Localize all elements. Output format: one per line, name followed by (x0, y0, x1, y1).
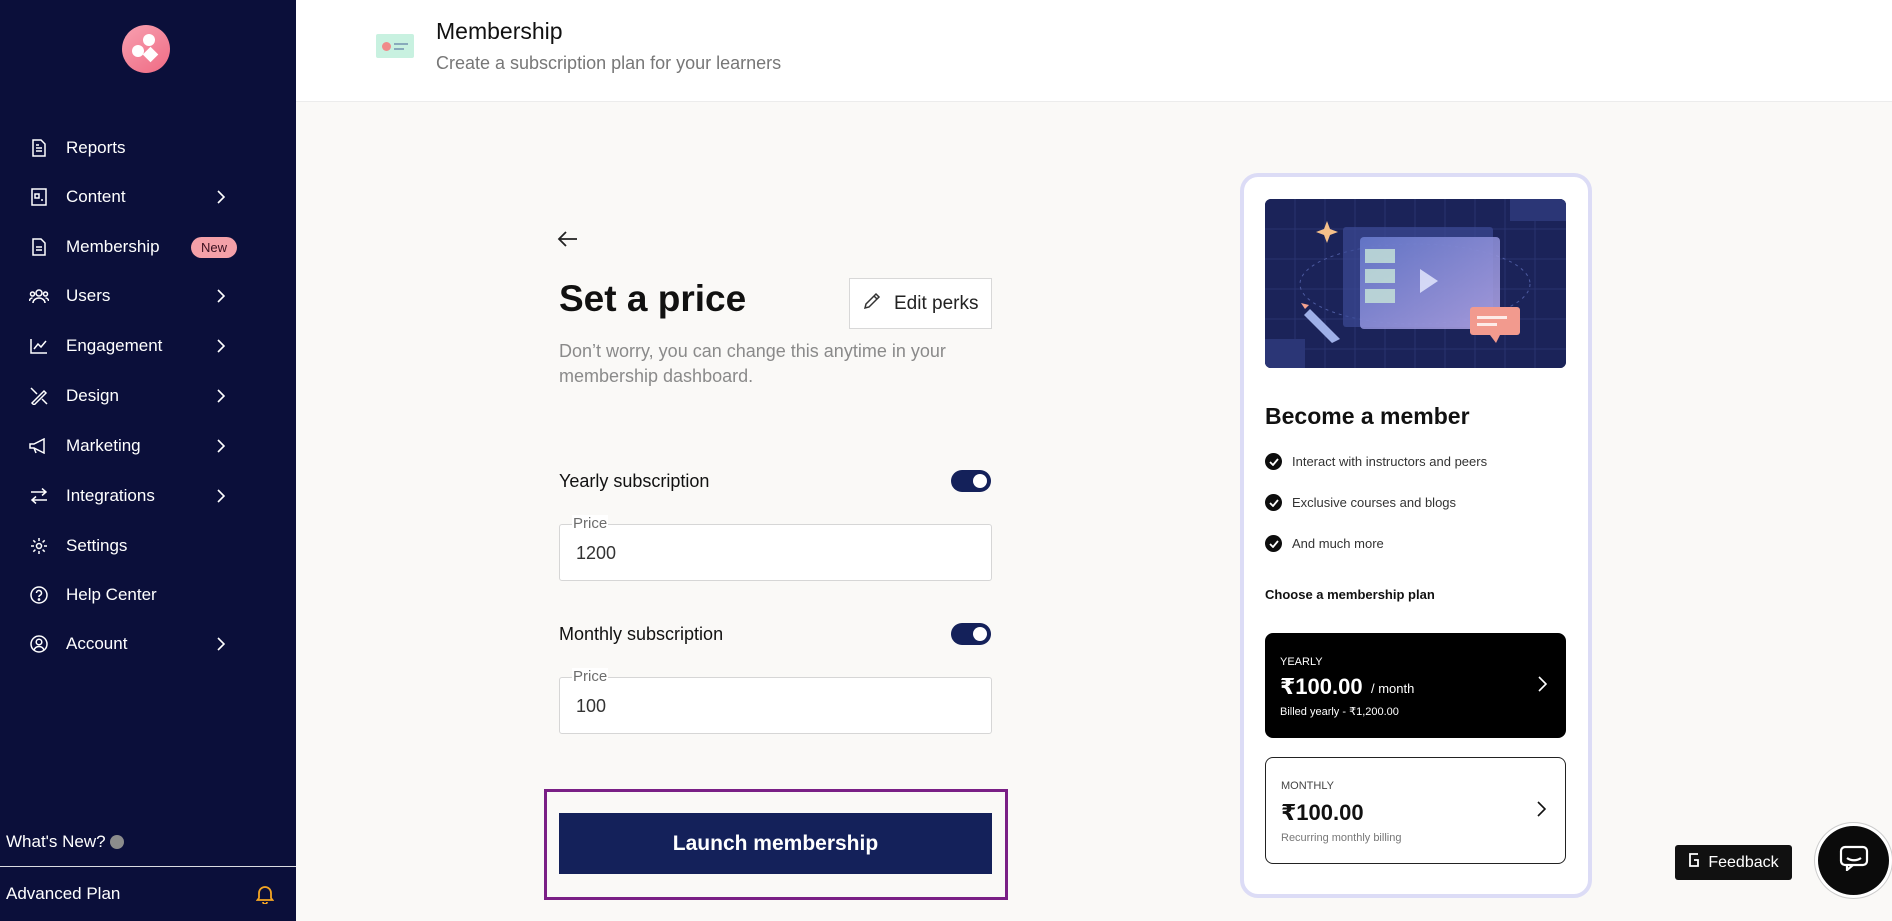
sidebar-item-design[interactable]: Design (0, 376, 296, 416)
chevron-right-icon (214, 637, 228, 651)
engagement-icon (29, 336, 49, 356)
plan-type: YEARLY (1280, 656, 1323, 668)
chat-launcher-button[interactable] (1815, 823, 1892, 898)
plan-period: / month (1371, 681, 1415, 696)
chevron-right-icon (214, 289, 228, 303)
sidebar: Reports Content Membership New Users Eng… (0, 0, 296, 921)
perk-item: Interact with instructors and peers (1265, 453, 1487, 470)
content-icon (29, 187, 49, 207)
sidebar-item-users[interactable]: Users (0, 276, 296, 316)
sidebar-divider (0, 866, 296, 867)
check-circle-icon (1265, 453, 1282, 470)
sidebar-item-label: Users (66, 286, 111, 305)
membership-preview-card: Become a member Interact with instructor… (1240, 173, 1592, 898)
new-badge: New (191, 236, 238, 258)
chevron-right-icon (214, 439, 228, 453)
chat-icon (1839, 845, 1869, 876)
monthly-subscription-label: Monthly subscription (559, 624, 724, 644)
back-arrow-icon[interactable] (557, 230, 581, 252)
chevron-right-icon (214, 489, 228, 503)
account-icon (29, 634, 49, 654)
perk-item: And much more (1265, 535, 1384, 552)
design-icon (29, 386, 49, 406)
plan-note: Recurring monthly billing (1281, 832, 1402, 844)
sidebar-item-label: Help Center (66, 585, 157, 604)
sidebar-item-label: Reports (66, 138, 126, 157)
users-icon (29, 286, 49, 306)
sidebar-item-help-center[interactable]: Help Center (0, 575, 296, 615)
gear-icon (29, 536, 49, 556)
monthly-price-label: Price (572, 668, 609, 686)
hero-illustration (1265, 199, 1566, 368)
perk-item: Exclusive courses and blogs (1265, 494, 1456, 511)
integrations-icon (29, 486, 49, 506)
sidebar-item-label: Membership (66, 237, 160, 256)
chevron-right-icon (1536, 800, 1550, 820)
sidebar-item-integrations[interactable]: Integrations (0, 476, 296, 516)
form-description: Don’t worry, you can change this anytime… (559, 341, 946, 386)
sidebar-item-marketing[interactable]: Marketing (0, 426, 296, 466)
sidebar-item-settings[interactable]: Settings (0, 526, 296, 566)
chevron-right-icon (214, 389, 228, 403)
sidebar-item-label: Design (66, 386, 119, 405)
yearly-subscription-toggle[interactable] (951, 470, 991, 492)
yearly-plan-card[interactable]: YEARLY ₹100.00 / month Billed yearly - ₹… (1265, 633, 1566, 738)
sidebar-item-membership[interactable]: Membership New (0, 227, 296, 267)
check-circle-icon (1265, 535, 1282, 552)
feedback-button[interactable]: Feedback (1675, 845, 1792, 880)
sidebar-item-reports[interactable]: Reports (0, 128, 296, 168)
whats-new-link[interactable]: What's New? (6, 832, 124, 852)
plan-price: ₹100.00 (1280, 674, 1363, 699)
perk-label: Interact with instructors and peers (1292, 454, 1488, 469)
page-header: Membership Create a subscription plan fo… (296, 0, 1892, 102)
page-subtitle: Create a subscription plan for your lear… (436, 53, 782, 73)
feedback-logo-icon (1688, 852, 1700, 873)
sidebar-item-engagement[interactable]: Engagement (0, 326, 296, 366)
logo[interactable] (122, 25, 170, 73)
sidebar-item-account[interactable]: Account (0, 624, 296, 664)
notification-dot-icon (109, 835, 124, 849)
help-icon (29, 585, 49, 605)
membership-illustration-icon (376, 34, 414, 58)
whats-new-label: What's New? (6, 832, 106, 851)
megaphone-icon (29, 436, 49, 456)
monthly-plan-card[interactable]: MONTHLY ₹100.00 Recurring monthly billin… (1265, 757, 1566, 864)
sidebar-item-label: Engagement (66, 336, 163, 355)
chevron-right-icon (214, 190, 228, 204)
report-icon (29, 138, 49, 158)
bell-icon[interactable] (255, 884, 276, 905)
plan-note: Billed yearly - ₹1,200.00 (1280, 706, 1399, 718)
monthly-price-field[interactable]: Price (559, 668, 992, 734)
sidebar-item-label: Integrations (66, 486, 155, 505)
perk-label: Exclusive courses and blogs (1292, 495, 1457, 510)
pencil-icon (862, 291, 882, 317)
launch-membership-button[interactable]: Launch membership (559, 813, 992, 874)
yearly-price-field[interactable]: Price (559, 515, 992, 581)
edit-perks-label: Edit perks (894, 292, 979, 314)
check-circle-icon (1265, 494, 1282, 511)
chevron-right-icon (1537, 675, 1551, 695)
yearly-subscription-label: Yearly subscription (559, 471, 710, 491)
edit-perks-button[interactable]: Edit perks (849, 278, 992, 329)
sidebar-item-label: Marketing (66, 436, 141, 455)
yearly-price-input[interactable] (576, 543, 956, 564)
sidebar-item-label: Account (66, 634, 128, 653)
perk-label: And much more (1292, 536, 1384, 551)
plan-type: MONTHLY (1281, 780, 1334, 792)
choose-plan-label: Choose a membership plan (1265, 587, 1435, 602)
preview-title: Become a member (1265, 403, 1470, 429)
sidebar-item-label: Settings (66, 536, 128, 555)
sidebar-item-content[interactable]: Content (0, 177, 296, 217)
sidebar-item-label: Content (66, 187, 126, 206)
chevron-right-icon (214, 339, 228, 353)
feedback-label: Feedback (1708, 853, 1779, 871)
plan-label: Advanced Plan (6, 884, 121, 903)
page-title: Membership (436, 18, 563, 44)
membership-icon (29, 237, 49, 257)
monthly-price-input[interactable] (576, 696, 956, 717)
yearly-price-label: Price (572, 515, 609, 533)
plan-price: ₹100.00 (1281, 800, 1364, 825)
monthly-subscription-toggle[interactable] (951, 623, 991, 645)
form-title: Set a price (559, 278, 747, 319)
